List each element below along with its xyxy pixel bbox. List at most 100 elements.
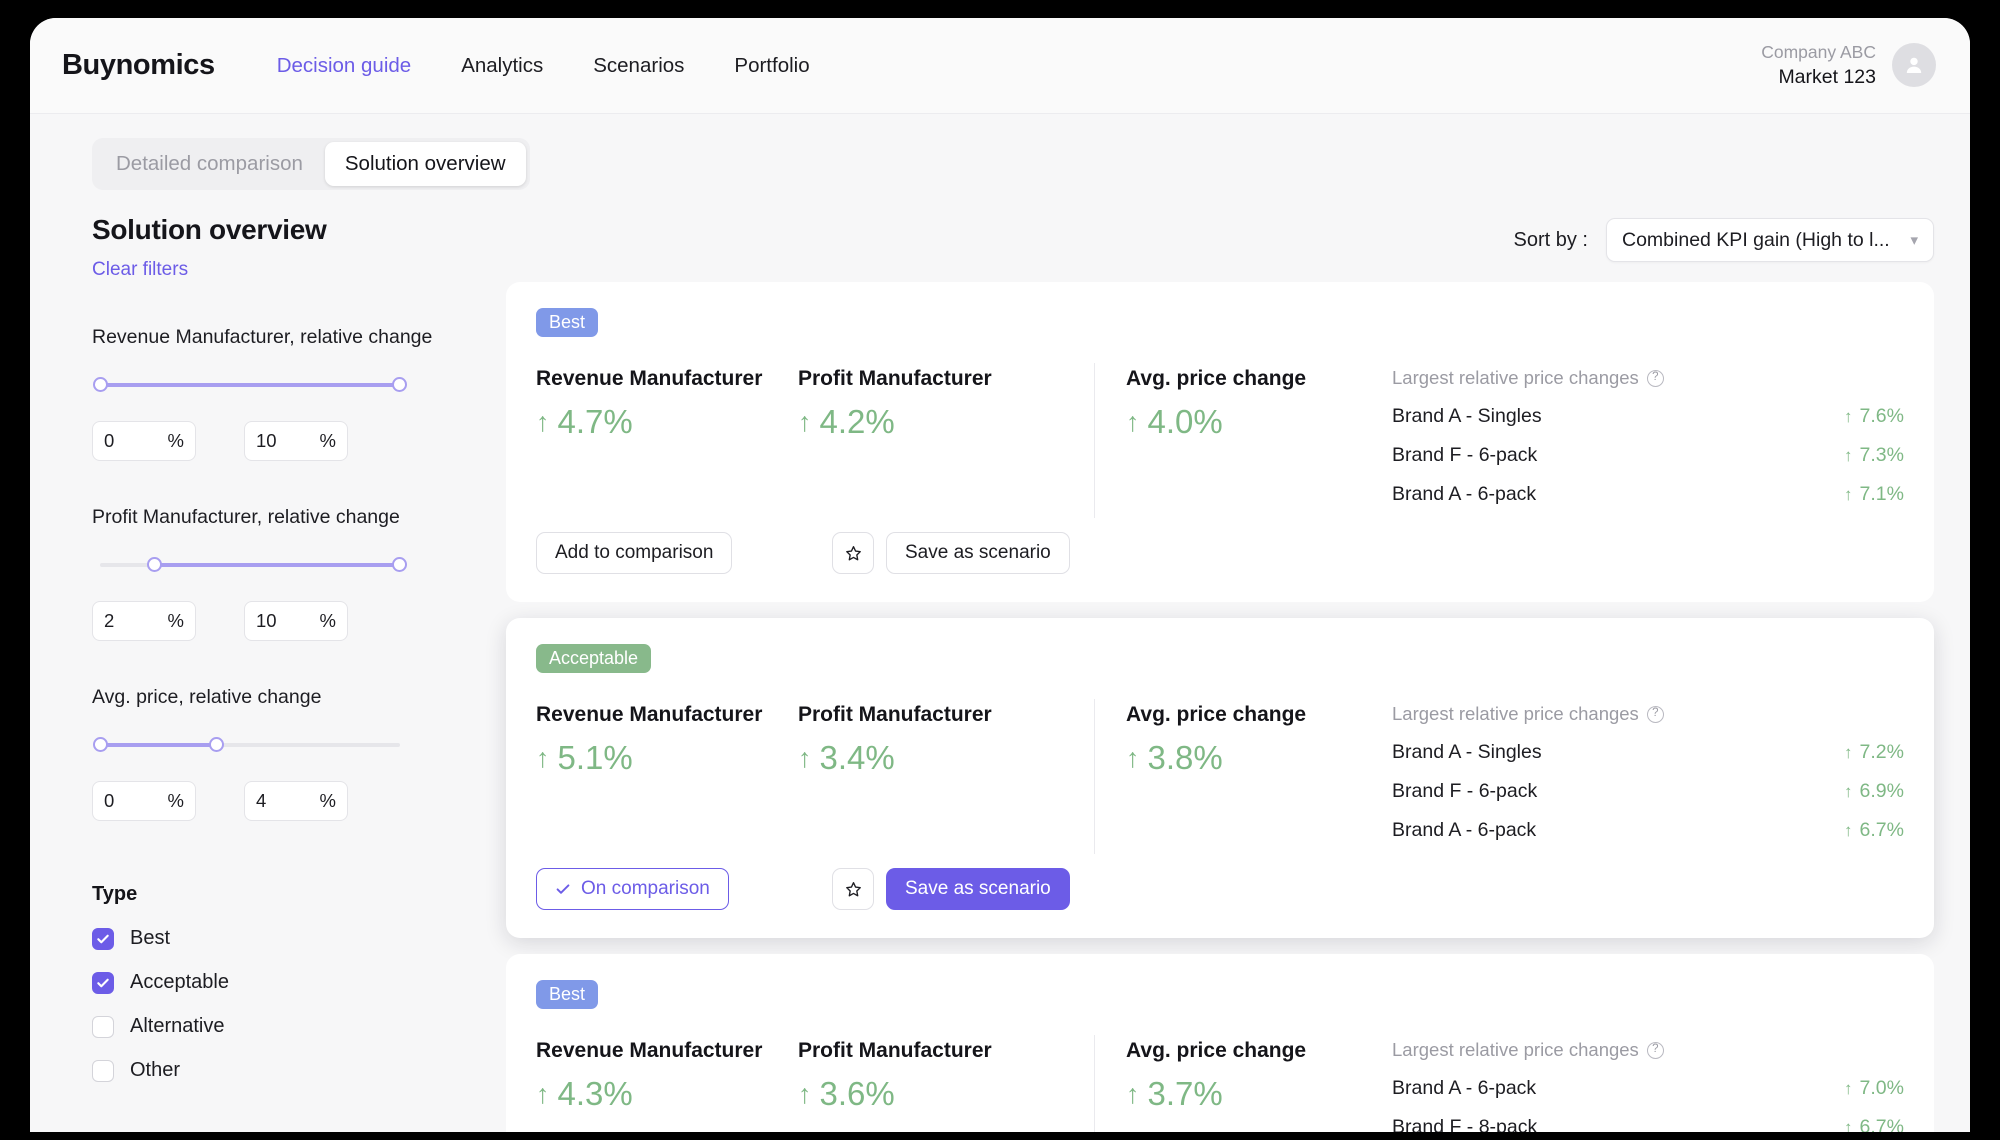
checkbox[interactable] bbox=[92, 1015, 114, 1038]
type-option-acceptable[interactable]: Acceptable bbox=[92, 971, 472, 994]
percent-unit: % bbox=[319, 430, 336, 451]
kpi-number: 4.2% bbox=[819, 403, 895, 440]
price-change-number: 6.9% bbox=[1859, 780, 1904, 802]
percent-unit: % bbox=[319, 610, 336, 631]
slider-knob-max[interactable] bbox=[392, 557, 407, 572]
filter-min-input[interactable]: 0% bbox=[92, 781, 196, 821]
column-divider bbox=[1094, 1035, 1095, 1132]
sort-by-value: Combined KPI gain (High to l... bbox=[1622, 228, 1890, 251]
save-as-scenario-button[interactable]: Save as scenario bbox=[886, 532, 1070, 574]
kpi-number: 3.6% bbox=[819, 1075, 895, 1112]
clear-filters-link[interactable]: Clear filters bbox=[92, 259, 188, 281]
type-option-other[interactable]: Other bbox=[92, 1059, 472, 1082]
percent-unit: % bbox=[319, 790, 336, 811]
filter-max-input[interactable]: 10% bbox=[244, 421, 348, 461]
avg-price-value: ↑ 3.8% bbox=[1126, 739, 1386, 777]
avg-price-value: ↑ 3.7% bbox=[1126, 1075, 1386, 1113]
favorite-star-button[interactable] bbox=[832, 868, 874, 910]
range-slider[interactable] bbox=[100, 555, 407, 575]
comparison-button-label: Add to comparison bbox=[555, 542, 714, 563]
kpi-value: ↑ 3.4% bbox=[798, 739, 1060, 777]
favorite-star-button[interactable] bbox=[832, 532, 874, 574]
app-logo: Buynomics bbox=[62, 49, 215, 81]
solution-card[interactable]: Best Revenue Manufacturer ↑ 4.7% Profit Manu… bbox=[506, 282, 1934, 602]
checkbox[interactable] bbox=[92, 927, 114, 950]
price-change-value: ↑ 7.2% bbox=[1844, 741, 1904, 764]
question-circle-icon[interactable]: ? bbox=[1646, 369, 1664, 387]
nav-item-decision-guide[interactable]: Decision guide bbox=[277, 54, 411, 78]
price-change-name: Brand F - 6-pack bbox=[1392, 444, 1538, 466]
tab-detailed-comparison[interactable]: Detailed comparison bbox=[96, 142, 323, 186]
slider-knob-max[interactable] bbox=[392, 377, 407, 392]
range-slider[interactable] bbox=[93, 375, 407, 395]
kpi-title: Revenue Manufacturer bbox=[536, 1039, 763, 1062]
slider-fill bbox=[154, 563, 400, 567]
save-as-scenario-button[interactable]: Save as scenario bbox=[886, 868, 1070, 910]
kpi-number: 3.4% bbox=[819, 739, 895, 776]
range-slider[interactable] bbox=[93, 735, 400, 755]
slider-knob-max[interactable] bbox=[208, 737, 224, 752]
checkbox[interactable] bbox=[92, 971, 114, 994]
nav-item-scenarios[interactable]: Scenarios bbox=[593, 54, 684, 78]
price-change-value: ↑ 6.9% bbox=[1844, 780, 1904, 803]
nav-item-portfolio[interactable]: Portfolio bbox=[734, 54, 809, 78]
account-area[interactable]: Company ABC Market 123 bbox=[1761, 40, 1936, 91]
filter-min-value: 2 bbox=[104, 610, 115, 631]
type-option-label: Best bbox=[130, 927, 171, 949]
card-metrics-grid: Revenue Manufacturer ↑ 4.7% Profit Manufact… bbox=[536, 363, 1904, 518]
largest-price-changes-label: Largest relative price changes bbox=[1392, 703, 1639, 724]
filter-label: Revenue Manufacturer, relative change bbox=[92, 326, 433, 348]
price-change-row: Brand A - 6-pack ↑ 7.0% bbox=[1392, 1077, 1904, 1100]
arrow-up-icon: ↑ bbox=[798, 1078, 812, 1109]
kpi-value: ↑ 4.7% bbox=[536, 403, 798, 441]
filter-min-value: 0 bbox=[104, 790, 115, 811]
kpi-column: Profit Manufacturer ↑ 3.6% bbox=[798, 1039, 1060, 1132]
avg-price-column: Avg. price change ↑ 4.0% bbox=[1094, 367, 1386, 506]
price-change-number: 6.7% bbox=[1859, 819, 1904, 841]
slider-knob-min[interactable] bbox=[93, 377, 108, 392]
top-navigation-bar: Buynomics Decision guide Analytics Scenari… bbox=[30, 18, 1970, 114]
slider-knob-min[interactable] bbox=[93, 737, 108, 752]
solution-card[interactable]: Best Revenue Manufacturer ↑ 4.3% Profit Manu… bbox=[506, 954, 1934, 1132]
tab-solution-overview[interactable]: Solution overview bbox=[324, 142, 526, 186]
solutions-main: Sort by : Combined KPI gain (High to l..… bbox=[472, 190, 1970, 1132]
sort-by-select[interactable]: Combined KPI gain (High to l... ▾ bbox=[1606, 218, 1934, 262]
filter-min-input[interactable]: 2% bbox=[92, 601, 196, 641]
filter-min-input[interactable]: 0% bbox=[92, 421, 196, 461]
kpi-column: Profit Manufacturer ↑ 3.4% bbox=[798, 703, 1060, 842]
question-circle-icon[interactable]: ? bbox=[1646, 1041, 1664, 1059]
solution-card[interactable]: Acceptable Revenue Manufacturer ↑ 5.1% Profi… bbox=[506, 618, 1934, 938]
question-circle-icon[interactable]: ? bbox=[1646, 705, 1664, 723]
filter-max-input[interactable]: 10% bbox=[244, 601, 348, 641]
price-change-number: 7.3% bbox=[1859, 444, 1904, 466]
filter-max-input[interactable]: 4% bbox=[244, 781, 348, 821]
nav-item-analytics[interactable]: Analytics bbox=[461, 54, 543, 78]
status-badge: Best bbox=[536, 308, 599, 337]
comparison-action-wrap: On comparison bbox=[536, 868, 798, 910]
add-to-comparison-button[interactable]: Add to comparison bbox=[536, 532, 733, 574]
card-actions: Add to comparison Save as scenario bbox=[536, 532, 1904, 574]
price-change-row: Brand A - 6-pack ↑ 7.1% bbox=[1392, 483, 1904, 506]
solution-cards-list: Best Revenue Manufacturer ↑ 4.7% Profit Manu… bbox=[506, 282, 1934, 1132]
kpi-column: Profit Manufacturer ↑ 4.2% bbox=[798, 367, 1060, 506]
price-change-number: 7.1% bbox=[1859, 483, 1904, 505]
filter-label: Profit Manufacturer, relative change bbox=[92, 506, 400, 528]
type-option-best[interactable]: Best bbox=[92, 927, 472, 950]
type-option-alternative[interactable]: Alternative bbox=[92, 1015, 472, 1038]
arrow-up-icon: ↑ bbox=[1126, 742, 1140, 773]
add-to-comparison-button[interactable]: On comparison bbox=[536, 868, 729, 910]
kpi-number: 4.7% bbox=[557, 403, 633, 440]
largest-price-changes-heading: Largest relative price changes? bbox=[1392, 703, 1904, 725]
filter-groups: Revenue Manufacturer, relative change 0% 1… bbox=[92, 326, 472, 821]
price-change-row: Brand A - Singles ↑ 7.2% bbox=[1392, 741, 1904, 764]
kpi-value: ↑ 3.6% bbox=[798, 1075, 1060, 1113]
user-avatar-icon[interactable] bbox=[1892, 43, 1936, 88]
slider-knob-min[interactable] bbox=[147, 557, 162, 572]
card-actions: On comparison Save as scenario bbox=[536, 868, 1904, 910]
price-change-number: 7.0% bbox=[1859, 1077, 1904, 1099]
avg-price-value: ↑ 4.0% bbox=[1126, 403, 1386, 441]
checkbox[interactable] bbox=[92, 1059, 114, 1082]
arrow-up-icon: ↑ bbox=[1126, 406, 1140, 437]
price-change-value: ↑ 7.3% bbox=[1844, 444, 1904, 467]
